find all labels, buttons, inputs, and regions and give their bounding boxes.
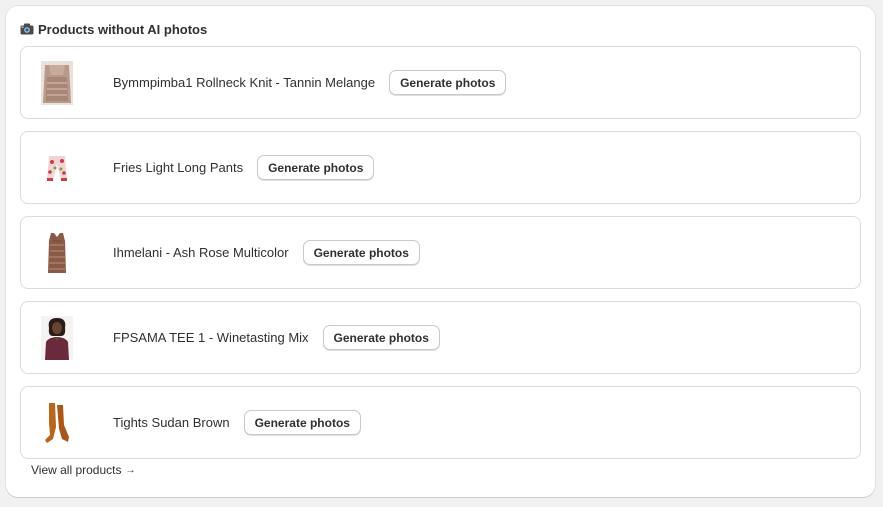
product-name: Tights Sudan Brown [113,415,230,430]
list-item: Fries Light Long Pants Generate photos [20,131,861,204]
list-item: Ihmelani - Ash Rose Multicolor Generate … [20,216,861,289]
dress-thumbnail [41,231,73,275]
generate-photos-button[interactable]: Generate photos [322,325,440,350]
generate-photos-button[interactable]: Generate photos [243,410,361,435]
list-item: Tights Sudan Brown Generate photos [20,386,861,459]
product-name: Ihmelani - Ash Rose Multicolor [113,245,289,260]
product-name: FPSAMA TEE 1 - Winetasting Mix [113,330,309,345]
card-header: Products without AI photos [20,20,207,38]
card-title: Products without AI photos [38,21,208,37]
view-all-products-label: View all products [31,463,122,477]
list-item: FPSAMA TEE 1 - Winetasting Mix Generate … [20,301,861,374]
pants-thumbnail [41,146,73,190]
generate-photos-button[interactable]: Generate photos [257,155,375,180]
generate-photos-button[interactable]: Generate photos [302,240,420,265]
product-list: Bymmpimba1 Rollneck Knit - Tannin Melang… [20,46,861,471]
list-item: Bymmpimba1 Rollneck Knit - Tannin Melang… [20,46,861,119]
arrow-right-icon: → [125,464,136,476]
tee-model-thumbnail [41,315,73,360]
product-name: Fries Light Long Pants [113,160,244,175]
product-name: Bymmpimba1 Rollneck Knit - Tannin Melang… [113,75,376,90]
view-all-products-link[interactable]: View all products → [31,463,136,477]
products-without-ai-photos-card: Products without AI photos Bymmpimba1 Ro… [6,6,875,497]
knit-sweater-thumbnail [41,60,73,105]
camera-icon [20,23,34,35]
tights-thumbnail [41,401,73,445]
generate-photos-button[interactable]: Generate photos [389,70,507,95]
